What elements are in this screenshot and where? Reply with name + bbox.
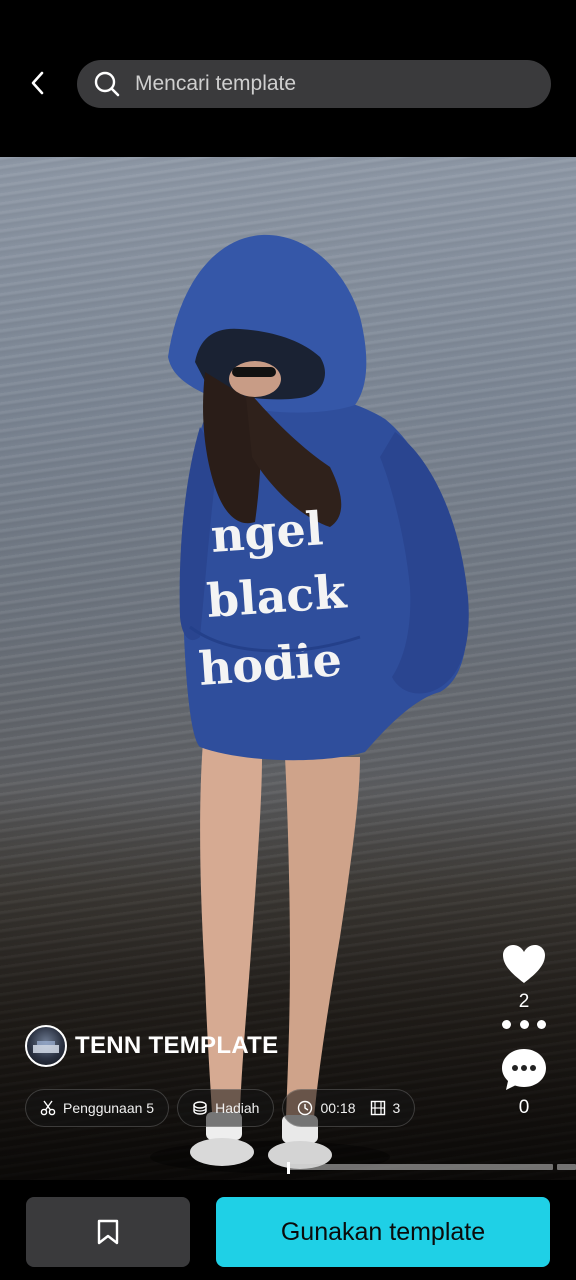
- gift-label: Hadiah: [215, 1100, 260, 1116]
- film-strip-icon: [370, 1100, 385, 1116]
- clock-icon: [298, 1100, 313, 1116]
- author-name[interactable]: TENN TEMPLATE: [75, 1032, 278, 1060]
- author-info[interactable]: TENN TEMPLATE: [25, 1025, 278, 1067]
- more-dot-icon: [519, 1019, 529, 1029]
- more-options-button[interactable]: [502, 1012, 546, 1036]
- save-template-button[interactable]: [26, 1197, 190, 1267]
- hoodie-text-line-1: ngel: [209, 501, 325, 563]
- gift-chip[interactable]: Hadiah: [177, 1089, 275, 1127]
- heart-icon: [503, 945, 545, 983]
- template-info-chips: Penggunaan 5 Hadiah 00:18 3: [25, 1089, 416, 1127]
- playback-progress-bar[interactable]: [287, 1162, 576, 1174]
- usage-label: Penggunaan 5: [63, 1100, 155, 1116]
- progress-thumb[interactable]: [287, 1162, 290, 1174]
- bookmark-icon: [97, 1219, 119, 1245]
- comment-bubble-icon: [502, 1049, 546, 1090]
- more-dot-icon: [502, 1019, 511, 1029]
- search-bar[interactable]: [77, 60, 551, 108]
- usage-chip[interactable]: Penggunaan 5: [25, 1089, 170, 1127]
- more-dot-icon: [537, 1019, 546, 1029]
- clips-count: 3: [392, 1100, 401, 1116]
- coin-stack-icon: [193, 1101, 207, 1115]
- template-preview-screen: ngel black hodie 2 0: [0, 0, 576, 1280]
- use-template-button[interactable]: Gunakan template: [216, 1197, 550, 1267]
- hoodie-text-line-2: black: [205, 564, 349, 628]
- like-count: 2: [518, 991, 530, 1012]
- search-input[interactable]: [135, 72, 515, 96]
- chevron-left-icon: [31, 71, 44, 95]
- comment-count: 0: [518, 1097, 530, 1118]
- avatar-image: [33, 1041, 59, 1053]
- progress-segment: [287, 1164, 553, 1170]
- back-button[interactable]: [18, 62, 58, 104]
- bottom-action-bar: Gunakan template: [0, 1180, 576, 1280]
- comment-button[interactable]: 0: [494, 1047, 554, 1119]
- duration-clips-chip: 00:18 3: [282, 1089, 416, 1127]
- top-bar: [0, 0, 576, 157]
- avatar[interactable]: [25, 1025, 67, 1067]
- scissors-icon: [40, 1100, 56, 1116]
- duration-label: 00:18: [320, 1100, 356, 1116]
- search-icon: [94, 71, 120, 97]
- progress-segment: [557, 1164, 576, 1170]
- like-button[interactable]: 2: [494, 943, 554, 1013]
